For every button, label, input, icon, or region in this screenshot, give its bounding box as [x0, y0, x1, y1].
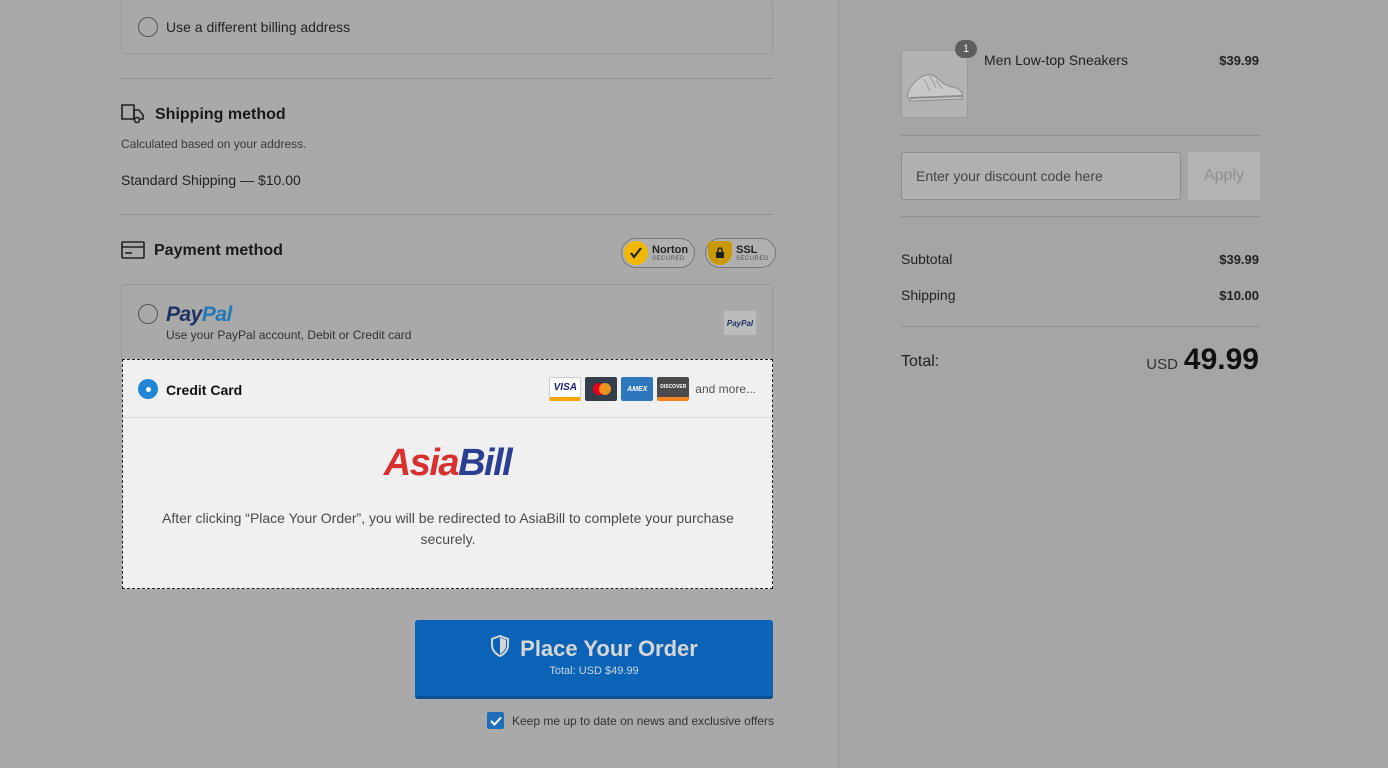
apply-discount-button[interactable]: Apply — [1188, 152, 1260, 200]
subtotal-value: $39.99 — [1219, 252, 1259, 267]
paypal-mini-logo-icon: PayPal — [724, 311, 756, 335]
total-amount: 49.99 — [1183, 343, 1259, 376]
mastercard-icon — [585, 377, 618, 401]
place-order-label: Place Your Order — [520, 636, 698, 661]
norton-check-icon — [624, 241, 648, 265]
ssl-lock-icon — [708, 241, 732, 265]
ssl-badge-name: SSL — [736, 243, 758, 256]
payment-option-credit-card[interactable]: Credit Card VISA AMEX DISCOVER and more.… — [122, 359, 773, 589]
divider — [901, 216, 1260, 217]
place-order-button[interactable]: Place Your Order Total: USD $49.99 — [415, 620, 773, 699]
divider — [121, 78, 773, 79]
payment-card-icon — [121, 240, 145, 265]
shipping-note: Calculated based on your address. — [121, 137, 307, 151]
product-name: Men Low-top Sneakers — [984, 52, 1128, 68]
divider — [901, 326, 1260, 327]
paypal-logo: PayPal — [166, 303, 232, 326]
newsletter-label: Keep me up to date on news and exclusive… — [512, 713, 774, 728]
billing-different-radio[interactable] — [138, 17, 158, 37]
item-quantity-badge: 1 — [955, 40, 977, 58]
shipping-option: Standard Shipping — $10.00 — [121, 172, 301, 188]
amex-card-icon: AMEX — [621, 377, 654, 401]
newsletter-checkbox[interactable] — [487, 712, 504, 729]
total-value: USD 49.99 — [1146, 343, 1259, 377]
total-label: Total: — [901, 353, 940, 370]
shipping-method-title: Shipping method — [155, 106, 286, 123]
billing-option-different[interactable]: Use a different billing address — [121, 0, 773, 54]
product-thumbnail — [901, 50, 968, 118]
accepted-cards: VISA AMEX DISCOVER and more... — [549, 377, 756, 401]
credit-card-header[interactable]: Credit Card VISA AMEX DISCOVER and more.… — [123, 360, 772, 418]
paypal-description: Use your PayPal account, Debit or Credit… — [166, 328, 412, 342]
norton-secured-badge: Norton SECURED — [621, 238, 696, 268]
visa-card-icon: VISA — [549, 377, 582, 401]
discount-code-input[interactable] — [901, 152, 1181, 200]
credit-card-label: Credit Card — [166, 382, 243, 398]
billing-different-label: Use a different billing address — [166, 19, 351, 35]
norton-badge-name: Norton — [652, 243, 689, 256]
divider — [901, 135, 1260, 136]
payment-method-title: Payment method — [154, 242, 283, 259]
newsletter-optin[interactable]: Keep me up to date on news and exclusive… — [487, 712, 774, 729]
credit-card-radio[interactable] — [138, 379, 158, 399]
ssl-badge-sub: SECURED — [736, 255, 769, 262]
norton-badge-sub: SECURED — [652, 255, 685, 262]
place-order-total: Total: USD $49.99 — [549, 665, 639, 677]
payment-option-paypal[interactable]: PayPal Use your PayPal account, Debit or… — [121, 284, 773, 360]
shipping-label: Shipping — [901, 287, 956, 303]
asiabill-logo: AsiaBill — [383, 442, 513, 484]
subtotal-label: Subtotal — [901, 251, 953, 267]
more-cards-text: and more... — [695, 382, 756, 396]
product-price: $39.99 — [1219, 53, 1259, 68]
checkout-main: Use a different billing address Shipping… — [0, 0, 838, 768]
shipping-truck-icon — [121, 103, 145, 130]
ssl-secured-badge: SSL SECURED — [705, 238, 776, 268]
sneaker-image-icon — [907, 74, 963, 102]
paypal-radio[interactable] — [138, 304, 158, 324]
redirect-notice: After clicking “Place Your Order”, you w… — [162, 510, 734, 547]
divider — [121, 214, 773, 215]
total-currency: USD — [1146, 356, 1178, 373]
shield-icon — [490, 634, 510, 663]
discover-card-icon: DISCOVER — [657, 377, 690, 401]
shipping-value: $10.00 — [1219, 288, 1259, 303]
